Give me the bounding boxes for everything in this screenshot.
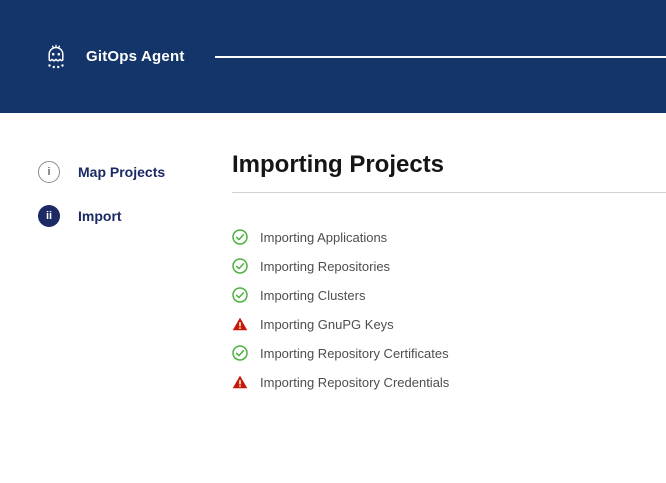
step-label: Map Projects [78,164,165,180]
step-import[interactable]: ii Import [38,205,232,227]
status-label: Importing Repository Certificates [260,346,449,361]
warning-triangle-icon [232,316,248,332]
check-circle-icon [232,229,248,245]
octopus-icon [40,41,72,73]
step-label: Import [78,208,122,224]
status-row: Importing GnuPG Keys [232,316,666,332]
status-row: Importing Clusters [232,287,666,303]
status-label: Importing Applications [260,230,387,245]
header-divider-line [215,56,666,58]
warning-triangle-icon [232,374,248,390]
status-label: Importing Repositories [260,259,390,274]
step-number-badge: ii [38,205,60,227]
status-label: Importing GnuPG Keys [260,317,394,332]
app-title: GitOps Agent [86,48,185,65]
app-header: GitOps Agent [0,0,666,113]
check-circle-icon [232,258,248,274]
import-status-list: Importing Applications Importing Reposit… [232,193,666,390]
main-panel: Importing Projects Importing Application… [232,113,666,403]
status-row: Importing Applications [232,229,666,245]
page-title: Importing Projects [232,151,666,193]
status-row: Importing Repository Credentials [232,374,666,390]
status-label: Importing Clusters [260,288,365,303]
step-number-badge: i [38,161,60,183]
status-label: Importing Repository Credentials [260,375,449,390]
check-circle-icon [232,345,248,361]
status-row: Importing Repositories [232,258,666,274]
step-map-projects[interactable]: i Map Projects [38,161,232,183]
wizard-stepper: i Map Projects ii Import [0,113,232,403]
content-area: i Map Projects ii Import Importing Proje… [0,113,666,403]
check-circle-icon [232,287,248,303]
status-row: Importing Repository Certificates [232,345,666,361]
